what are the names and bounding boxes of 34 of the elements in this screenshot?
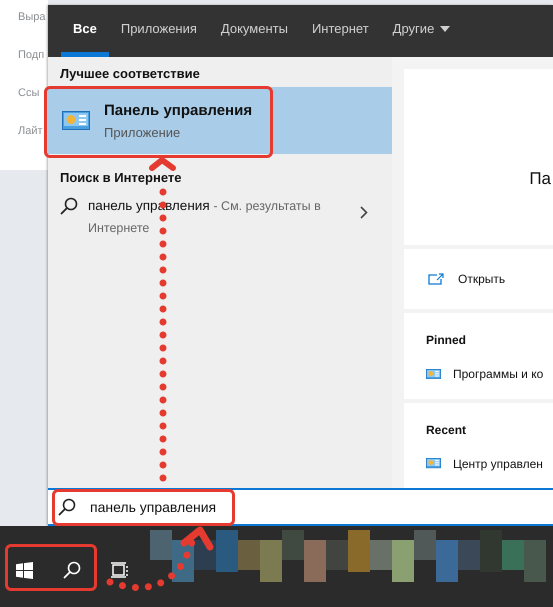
control-panel-icon [426,458,441,469]
app-title: Па [529,169,552,189]
filter-tab[interactable]: Интернет [300,5,381,57]
open-action[interactable]: Открыть [404,249,553,309]
best-match-item[interactable]: Панель управления Приложение [48,87,392,154]
result-title: Панель управления [104,102,252,118]
background-text: Выра [17,10,46,25]
search-icon [58,498,76,516]
section-heading: Поиск в Интернете [59,169,182,187]
control-panel-icon [426,368,441,380]
list-item[interactable]: Программы и ко [453,367,544,381]
filter-tab[interactable]: Документы [208,5,300,57]
filter-tab[interactable]: Приложения [108,5,209,57]
caret-icon [440,26,450,32]
section-heading: Лучшее соответствие [59,65,201,83]
filter-tab[interactable]: Другие [380,5,462,57]
chevron-icon [360,206,368,219]
section-heading: Recent [426,422,468,436]
background-text: Ссы [17,86,40,101]
web-result-link[interactable]: панель управления - См. результаты в Интернете [88,195,350,239]
open-window-icon [428,273,444,285]
result-subtitle: Приложение [104,124,182,140]
background-text: Подп [17,48,46,63]
windows-logo-icon [16,562,32,578]
action-label: Открыть [458,272,506,286]
search-icon [63,561,81,579]
search-field[interactable]: панель управления [90,495,553,519]
section-heading: Pinned [426,333,468,347]
background-text: Лайт [17,124,44,139]
list-item[interactable]: Центр управлен [453,456,543,470]
task-view-icon [111,562,129,578]
search-icon [60,197,78,215]
control-panel-icon [62,110,90,130]
search-bar[interactable]: панель управления [48,488,553,526]
